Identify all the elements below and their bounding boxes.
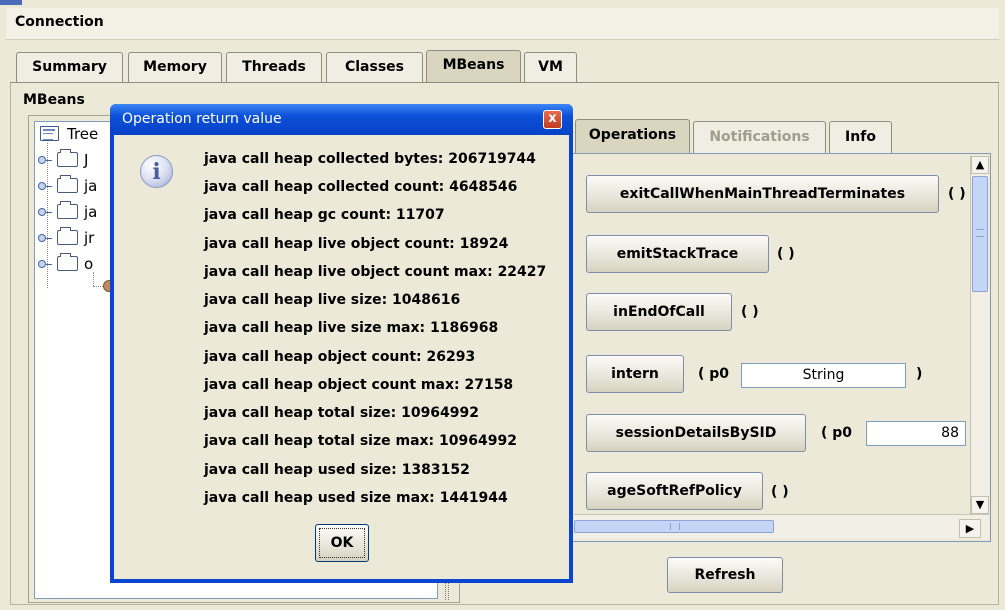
tree-node-expanded[interactable]: o — [38, 253, 120, 276]
tab-summary[interactable]: Summary — [16, 52, 123, 82]
tree-node[interactable]: ja — [38, 201, 120, 224]
tab-vm[interactable]: VM — [524, 52, 577, 82]
tree-expand-handle-icon[interactable] — [38, 182, 52, 192]
tab-mbeans[interactable]: MBeans — [426, 50, 521, 83]
menu-connection[interactable]: Connection — [15, 14, 104, 30]
horizontal-scroll-thumb[interactable] — [574, 520, 774, 533]
op-agesoftrefpolicy-button[interactable]: ageSoftRefPolicy — [586, 472, 763, 510]
vertical-scroll-thumb[interactable] — [972, 176, 988, 292]
op-exitcallwhenmainthreadterminates-button[interactable]: exitCallWhenMainThreadTerminates — [586, 175, 939, 213]
tab-classes[interactable]: Classes — [326, 52, 423, 82]
tree-root-label: Tree — [67, 125, 99, 143]
return-value-line: java call heap total size max: 10964992 — [204, 433, 517, 449]
op-signature: ( ) — [948, 186, 966, 202]
tree-guide-line — [93, 286, 103, 287]
scroll-down-arrow-icon[interactable]: ▼ — [971, 496, 989, 514]
folder-icon — [57, 175, 78, 193]
return-value-line: java call heap live size max: 1186968 — [204, 320, 499, 336]
op-param-close: ) — [916, 366, 923, 382]
tab-memory[interactable]: Memory — [128, 52, 222, 82]
tab-threads[interactable]: Threads — [226, 52, 322, 82]
tree-root-icon — [40, 126, 59, 141]
return-value-line: java call heap live object count max: 22… — [204, 264, 547, 280]
return-value-line: java call heap total size: 10964992 — [204, 405, 480, 421]
tree-guide-line — [93, 272, 94, 286]
tree-collapse-handle-icon[interactable] — [38, 260, 52, 270]
folder-icon — [57, 201, 78, 219]
dialog-title-bar[interactable]: Operation return value x — [110, 104, 573, 135]
return-value-line: java call heap used size: 1383152 — [204, 462, 470, 478]
folder-icon — [57, 227, 78, 245]
tree-node-label: J — [84, 151, 89, 169]
tab-operations[interactable]: Operations — [575, 119, 690, 154]
op-signature: ( ) — [777, 246, 795, 262]
tree-node-label: ja — [84, 177, 98, 195]
return-value-line: java call heap gc count: 11707 — [204, 207, 445, 223]
sessiondetailsbysid-p0-input[interactable]: 88 — [866, 421, 966, 446]
mbeans-section-label: MBeans — [23, 92, 85, 108]
menu-bar — [6, 8, 999, 40]
op-param-label: ( p0 — [698, 366, 730, 382]
operations-vertical-scrollbar[interactable]: ▲ ▼ — [970, 156, 989, 514]
tree-node[interactable]: ja — [38, 175, 120, 198]
folder-icon — [57, 149, 78, 167]
op-sessiondetailsbysid-button[interactable]: sessionDetailsBySID — [586, 414, 806, 452]
op-intern-button[interactable]: intern — [586, 355, 684, 393]
scroll-right-arrow-icon[interactable]: ▶ — [959, 519, 981, 538]
tree-node-label: ja — [84, 203, 98, 221]
split-pane-grip[interactable] — [445, 580, 449, 600]
op-emitstacktrace-button[interactable]: emitStackTrace — [586, 235, 769, 273]
op-signature: ( ) — [741, 304, 759, 320]
dialog-body: i java call heap collected bytes: 206719… — [114, 135, 569, 579]
tab-info[interactable]: Info — [829, 121, 892, 153]
scroll-up-arrow-icon[interactable]: ▲ — [971, 156, 989, 174]
return-value-line: java call heap live size: 1048616 — [204, 292, 461, 308]
op-signature: ( ) — [771, 484, 789, 500]
close-icon[interactable]: x — [543, 110, 562, 129]
folder-icon — [57, 253, 78, 271]
return-value-line: java call heap live object count: 18924 — [204, 236, 509, 252]
return-value-line: java call heap collected bytes: 20671974… — [204, 151, 536, 167]
tree-node[interactable]: J — [38, 149, 120, 172]
tree-node[interactable]: jr — [38, 227, 120, 250]
return-value-line: java call heap collected count: 4648546 — [204, 179, 518, 195]
ok-button[interactable]: OK — [315, 524, 369, 562]
operations-horizontal-scrollbar[interactable]: ▶ — [574, 514, 989, 539]
return-value-line: java call heap object count: 26293 — [204, 349, 476, 365]
operation-return-dialog: Operation return value x i java call hea… — [110, 104, 573, 583]
intern-p0-input[interactable]: String — [741, 363, 906, 388]
tab-notifications: Notifications — [693, 121, 826, 153]
op-inendofcall-button[interactable]: inEndOfCall — [586, 293, 732, 331]
op-param-label: ( p0 — [821, 425, 853, 441]
return-value-line: java call heap object count max: 27158 — [204, 377, 514, 393]
dialog-title: Operation return value — [122, 111, 282, 127]
tree-node-label: o — [84, 255, 94, 273]
tree-node-label: jr — [84, 229, 95, 247]
tree-expand-handle-icon[interactable] — [38, 156, 52, 166]
refresh-button[interactable]: Refresh — [667, 557, 783, 593]
tree-expand-handle-icon[interactable] — [38, 208, 52, 218]
return-value-line: java call heap used size max: 1441944 — [204, 490, 508, 506]
info-icon: i — [140, 155, 173, 188]
tree-expand-handle-icon[interactable] — [38, 234, 52, 244]
